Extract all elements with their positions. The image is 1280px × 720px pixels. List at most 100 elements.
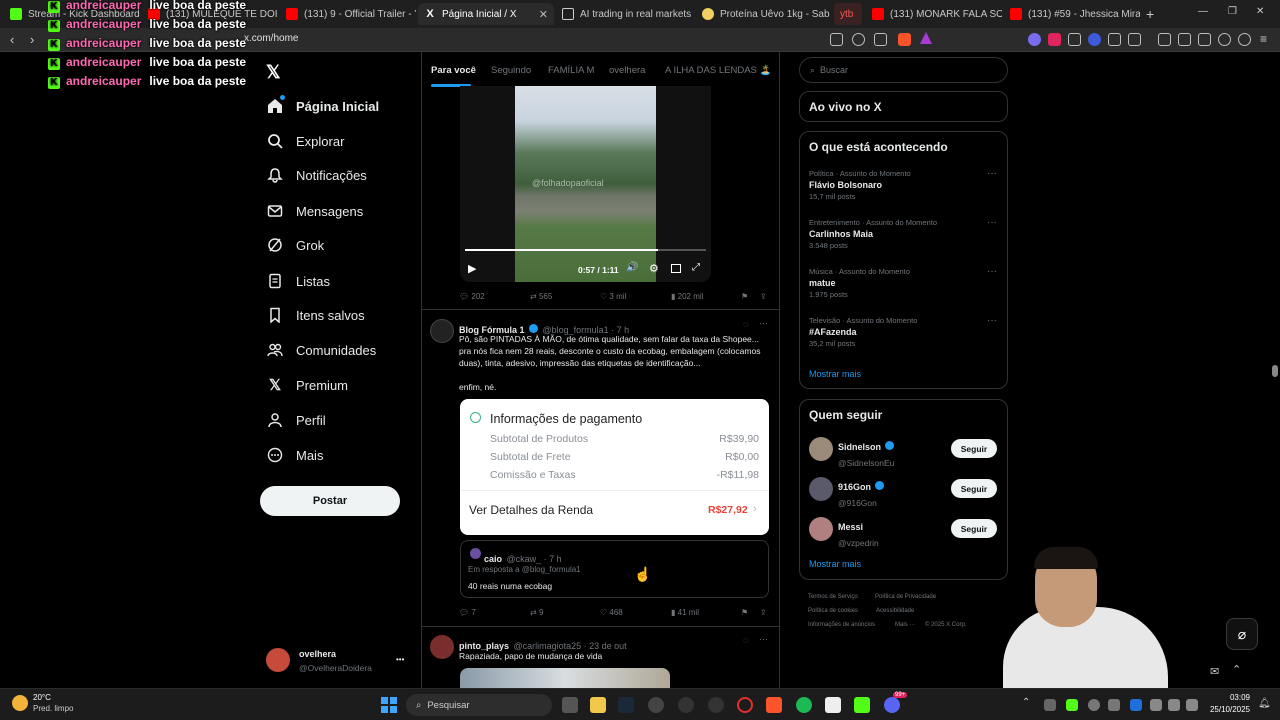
- follow-button[interactable]: Seguir: [951, 479, 997, 498]
- avatar[interactable]: [266, 648, 290, 672]
- tweet-more-icon[interactable]: ···: [759, 634, 768, 644]
- tweet-image[interactable]: [460, 668, 670, 688]
- x-logo-icon[interactable]: 𝕏: [266, 62, 281, 83]
- tab-following[interactable]: Seguindo: [491, 65, 531, 76]
- folder-icon[interactable]: [590, 697, 606, 713]
- bluetooth-icon[interactable]: [1130, 699, 1142, 711]
- sidebar-item-lists[interactable]: Listas: [266, 266, 330, 296]
- play-icon[interactable]: ▶: [468, 262, 476, 275]
- tab-proteina[interactable]: Proteína Uêvo 1kg - Sabor M: [696, 3, 830, 25]
- sidebar-item-explore[interactable]: Explorar: [266, 126, 344, 156]
- url-field[interactable]: x.com/home: [244, 33, 298, 44]
- minimize-button[interactable]: —: [1198, 6, 1208, 17]
- brave-rewards-icon[interactable]: [920, 32, 932, 44]
- sidebar-item-bookmarks[interactable]: Itens salvos: [266, 300, 365, 330]
- extension-icon[interactable]: [1048, 33, 1061, 46]
- tray-icon[interactable]: [1066, 699, 1078, 711]
- settings-icon[interactable]: ⚙: [649, 262, 659, 275]
- trend-item[interactable]: Entretenimento · Assunto do Momento Carl…: [809, 218, 937, 250]
- avatar[interactable]: [430, 319, 454, 343]
- tab-ilha-das-lendas[interactable]: A ILHA DAS LENDAS 🏝️: [665, 65, 771, 76]
- tab-for-you[interactable]: Para você: [431, 65, 476, 76]
- file-icon[interactable]: [825, 697, 841, 713]
- live-box[interactable]: Ao vivo no X: [799, 91, 1008, 122]
- share-icon[interactable]: [874, 33, 887, 46]
- tab-youtube-3[interactable]: (131) MONARK FALA SOBRE /: [866, 3, 1002, 25]
- sidebar-item-communities[interactable]: Comunidades: [266, 335, 376, 365]
- footer-link[interactable]: Política de cookies: [808, 608, 858, 614]
- tab-ovelhera[interactable]: ovelhera: [609, 65, 645, 76]
- bookmark-action[interactable]: ⚑: [741, 608, 748, 617]
- avatar[interactable]: [809, 437, 833, 461]
- footer-link[interactable]: Acessibilidade: [876, 608, 914, 614]
- tray-icon[interactable]: [1044, 699, 1056, 711]
- new-tab-button[interactable]: +: [1146, 6, 1154, 22]
- tab-ytb[interactable]: ytb: [834, 3, 862, 25]
- kick-app-icon[interactable]: [854, 697, 870, 713]
- follow-button[interactable]: Seguir: [951, 519, 997, 538]
- task-view-icon[interactable]: [562, 697, 578, 713]
- notifications-bell-icon[interactable]: 🔔︎: [1258, 698, 1271, 709]
- extension-icon[interactable]: [1028, 33, 1041, 46]
- trend-more-icon[interactable]: ···: [987, 217, 997, 228]
- follow-user[interactable]: 916Gon @916Gon: [838, 477, 885, 508]
- extension-icon[interactable]: [1128, 33, 1141, 46]
- footer-link[interactable]: Política de Privacidade: [875, 594, 936, 600]
- windows-start-icon[interactable]: [381, 697, 397, 713]
- footer-link[interactable]: Informações de anúncios: [808, 622, 875, 628]
- scrollbar-thumb[interactable]: [1272, 365, 1278, 377]
- menu-icon[interactable]: ≡: [1260, 32, 1267, 46]
- discord-icon[interactable]: [884, 697, 900, 713]
- trend-item[interactable]: Música · Assunto do Momento matue 1.975 …: [809, 267, 910, 299]
- sidebar-item-grok[interactable]: Grok: [266, 230, 324, 260]
- quoted-tweet[interactable]: caio @ckaw_ · 7 h Em resposta a @blog_fo…: [460, 540, 769, 598]
- grok-icon[interactable]: ◌: [743, 319, 748, 329]
- grok-floating-button[interactable]: ⌀: [1226, 618, 1258, 650]
- brave-shield-icon[interactable]: [898, 33, 911, 46]
- mic-icon[interactable]: [1150, 699, 1162, 711]
- app-icon[interactable]: [708, 697, 724, 713]
- payment-info-image[interactable]: Informações de pagamento Subtotal de Pro…: [460, 399, 769, 535]
- pip-icon[interactable]: [671, 264, 681, 273]
- extension-icon[interactable]: [1088, 33, 1101, 46]
- grok-icon[interactable]: ◌: [743, 635, 748, 645]
- cast-icon[interactable]: [830, 33, 843, 46]
- views-action[interactable]: ▮ 41 mil: [671, 608, 699, 617]
- follow-user[interactable]: Sidnelson @SidnelsonEu: [838, 437, 895, 468]
- opera-icon[interactable]: [737, 697, 753, 713]
- app-icon[interactable]: [678, 697, 694, 713]
- tray-icon[interactable]: [1088, 699, 1100, 711]
- fullscreen-icon[interactable]: ⤢: [692, 262, 700, 273]
- sidebar-item-messages[interactable]: Mensagens: [266, 196, 363, 226]
- sidebar-item-premium[interactable]: 𝕏 Premium: [266, 370, 348, 400]
- volume-icon[interactable]: [1186, 699, 1198, 711]
- tray-icon[interactable]: [1108, 699, 1120, 711]
- post-button[interactable]: Postar: [260, 486, 400, 516]
- close-tab-icon[interactable]: ✕: [539, 8, 548, 21]
- sidebar-item-more[interactable]: Mais: [266, 440, 323, 470]
- ai-icon[interactable]: [1218, 33, 1231, 46]
- like-action[interactable]: ♡ 468: [600, 608, 623, 617]
- back-icon[interactable]: ‹: [10, 32, 14, 47]
- avatar[interactable]: [430, 635, 454, 659]
- show-more-follow-link[interactable]: Mostrar mais: [809, 559, 861, 569]
- vpn-icon[interactable]: [1238, 33, 1251, 46]
- close-window-button[interactable]: ✕: [1256, 6, 1264, 17]
- footer-link[interactable]: Mais ···: [895, 622, 915, 628]
- video-progress-track[interactable]: [465, 249, 706, 251]
- account-menu-button[interactable]: •••: [396, 655, 404, 664]
- expand-icon[interactable]: ⌃: [1232, 663, 1241, 676]
- media-icon[interactable]: [1158, 33, 1171, 46]
- avatar[interactable]: [809, 517, 833, 541]
- reply-action[interactable]: 💬︎ 7: [459, 608, 476, 617]
- bookmark-action[interactable]: ⚑: [741, 292, 748, 301]
- extension-icon[interactable]: [1068, 33, 1081, 46]
- wallet-icon[interactable]: [1198, 33, 1211, 46]
- tab-ai-trading[interactable]: AI trading in real markets: [556, 3, 692, 25]
- zoom-icon[interactable]: [852, 33, 865, 46]
- sidebar-item-home[interactable]: Página Inicial: [266, 91, 379, 121]
- trend-more-icon[interactable]: ···: [987, 266, 997, 277]
- tweet-more-icon[interactable]: ···: [759, 318, 768, 328]
- sidebar-item-profile[interactable]: Perfil: [266, 405, 326, 435]
- video-player[interactable]: @folhadopaoficial ▶ 0:57 / 1:11 🔊 ⚙ ⤢: [460, 86, 711, 282]
